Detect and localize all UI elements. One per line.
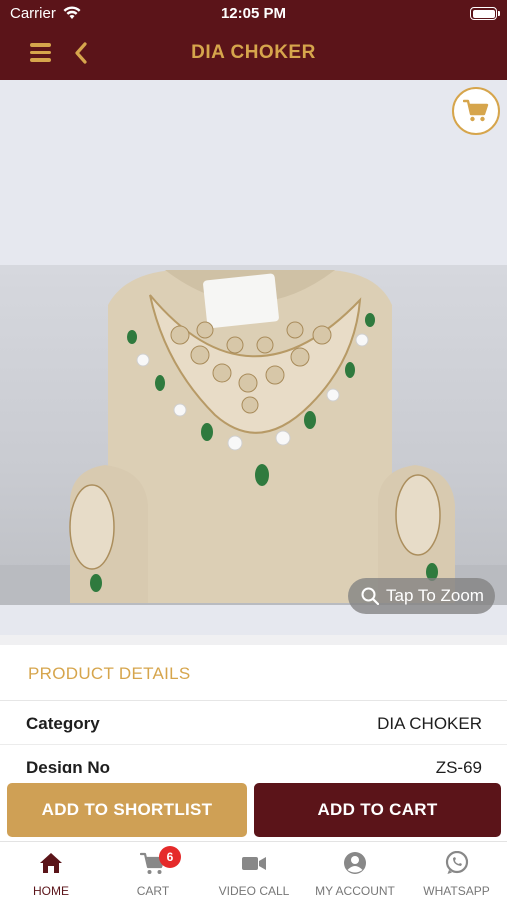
battery-icon xyxy=(470,7,500,20)
action-bar: ADD TO SHORTLIST ADD TO CART xyxy=(0,773,507,841)
necklace-illustration xyxy=(0,270,507,605)
status-bar: Carrier 12:05 PM xyxy=(0,0,507,28)
home-icon xyxy=(40,853,62,873)
section-divider xyxy=(0,635,507,645)
tab-label: HOME xyxy=(33,884,69,898)
tab-home[interactable]: HOME xyxy=(0,842,102,900)
add-to-shortlist-button[interactable]: ADD TO SHORTLIST xyxy=(7,783,247,837)
tap-to-zoom-button[interactable]: Tap To Zoom xyxy=(348,578,495,614)
detail-label: Category xyxy=(26,714,100,733)
product-image-area[interactable] xyxy=(0,80,507,635)
cart-count-badge: 6 xyxy=(159,846,181,868)
bottom-tab-bar: HOME CART 6 VIDEO CALL MY ACCOUNT WHATSA… xyxy=(0,841,507,900)
whatsapp-icon xyxy=(445,851,468,874)
header-bar: DIA CHOKER xyxy=(0,28,507,80)
product-details-header: PRODUCT DETAILS xyxy=(0,645,507,701)
tab-cart[interactable]: CART xyxy=(102,842,204,900)
clock-label: 12:05 PM xyxy=(220,5,287,22)
add-to-cart-button[interactable]: ADD TO CART xyxy=(254,783,501,837)
detail-row-category: Category DIA CHOKER xyxy=(0,701,507,745)
tap-to-zoom-label: Tap To Zoom xyxy=(386,586,484,605)
detail-value: DIA CHOKER xyxy=(377,714,482,733)
tab-label: VIDEO CALL xyxy=(218,884,290,898)
cart-shortcut-button[interactable] xyxy=(452,87,500,135)
magnifier-icon xyxy=(361,587,379,605)
product-photo[interactable] xyxy=(0,265,507,605)
tab-label: CART xyxy=(136,884,170,898)
video-camera-icon xyxy=(242,857,266,870)
tab-whatsapp[interactable]: WHATSAPP xyxy=(406,842,507,900)
page-title: DIA CHOKER xyxy=(191,42,316,63)
cart-icon xyxy=(463,99,489,122)
product-details-title: PRODUCT DETAILS xyxy=(28,664,191,683)
user-icon xyxy=(344,852,366,874)
tab-video-call[interactable]: VIDEO CALL xyxy=(204,842,304,900)
tab-label: WHATSAPP xyxy=(423,884,490,898)
tab-label: MY ACCOUNT xyxy=(315,884,395,898)
tab-my-account[interactable]: MY ACCOUNT xyxy=(304,842,406,900)
